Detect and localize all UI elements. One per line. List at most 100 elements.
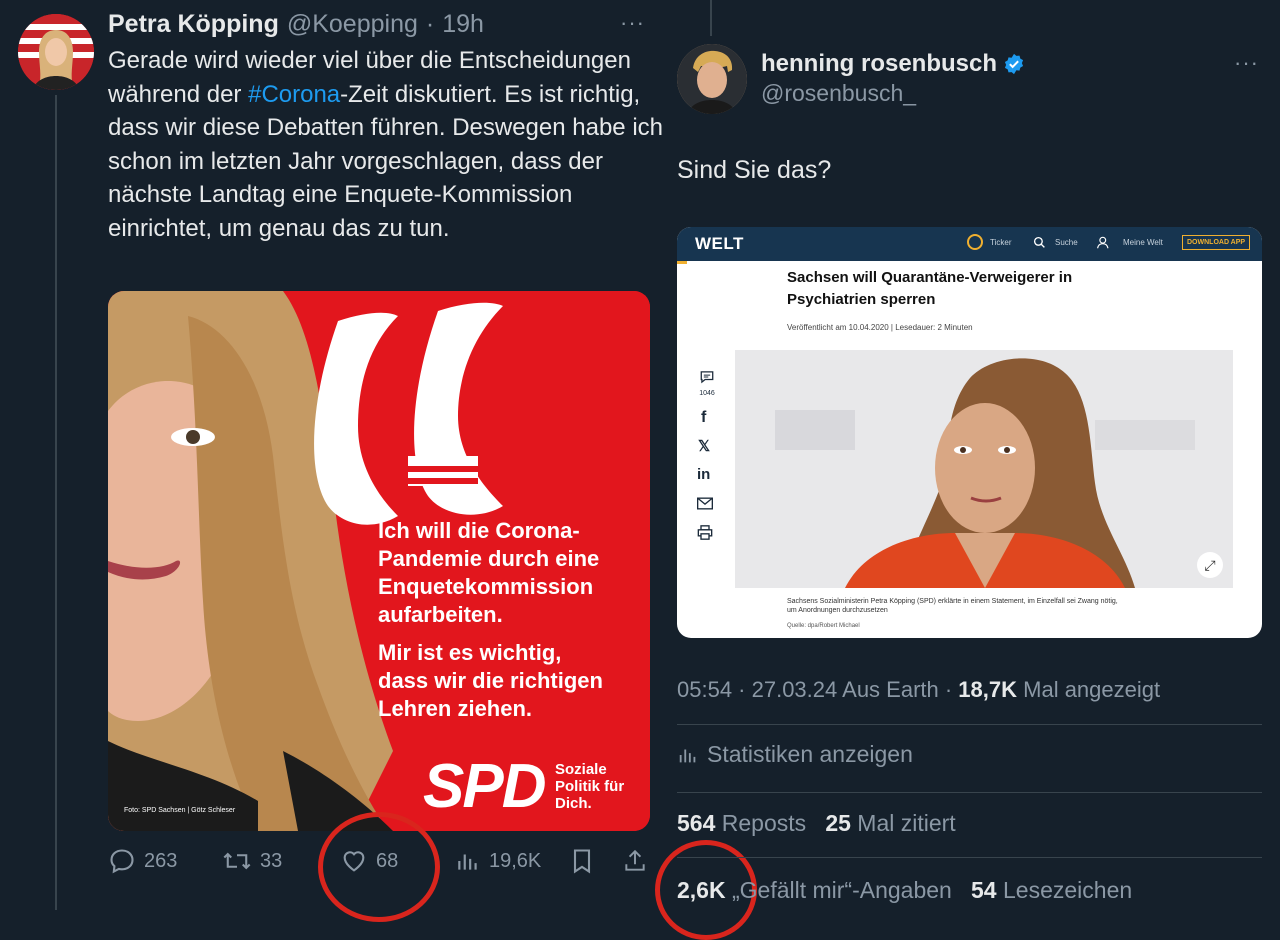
repost-icon: [223, 852, 251, 870]
repost-count: 33: [260, 849, 283, 872]
analytics-icon: [458, 854, 477, 870]
slogan: Soziale Politik für Dich.: [555, 761, 624, 812]
article-published: Veröffentlicht am 10.04.2020 | Lesedauer…: [787, 323, 973, 332]
hashtag-link[interactable]: #Corona: [248, 81, 340, 108]
quote-line: Ich will die Corona-: [378, 518, 580, 543]
article-photo: ⤢: [735, 350, 1233, 588]
divider: [677, 857, 1262, 858]
share-rail: 1046: [697, 370, 717, 397]
article-photo-illustration: [735, 350, 1233, 588]
quote-line: Mir ist es wichtig,: [378, 640, 562, 665]
quote-line: Lehren ziehen.: [378, 696, 533, 721]
bookmark-button[interactable]: [570, 847, 594, 875]
reposts-count: 564: [677, 810, 716, 836]
spd-logo: SPD: [423, 752, 546, 821]
highlight-circle: [318, 812, 440, 922]
user-icon: [1097, 236, 1109, 249]
repost-button[interactable]: 33: [222, 847, 282, 875]
author-handle[interactable]: @Koepping: [287, 10, 418, 39]
caption-line: um Anordnungen durchzusetzen: [787, 607, 888, 614]
statistics-link[interactable]: Statistiken anzeigen: [677, 741, 913, 768]
x-icon: 𝕏: [698, 438, 711, 455]
reposts-link[interactable]: 564 Reposts: [677, 810, 806, 836]
views-button[interactable]: 19,6K: [455, 847, 541, 875]
view-count: 18,7K: [958, 677, 1018, 702]
tweet-image[interactable]: Ich will die Corona- Pandemie durch eine…: [108, 291, 650, 831]
avatar-photo: [18, 14, 94, 90]
share-icon: [625, 849, 645, 871]
ticker-icon: [967, 234, 983, 250]
author-name[interactable]: henning rosenbusch: [761, 50, 997, 78]
bookmarks-link[interactable]: 54 Lesezeichen: [971, 877, 1132, 903]
nav-search: Suche: [1055, 238, 1078, 247]
engagement-row: 564 Reposts 25 Mal zitiert: [677, 810, 956, 837]
verified-badge-icon: [1004, 53, 1024, 75]
welt-header: WELT Ticker Suche Meine Welt DOWNLOAD AP…: [677, 227, 1262, 261]
more-options-button[interactable]: ···: [620, 10, 645, 36]
linkedin-icon: in: [697, 466, 711, 483]
headline-line: Psychiatrien sperren: [787, 291, 936, 308]
download-app-button: DOWNLOAD APP: [1182, 235, 1251, 250]
divider: [677, 792, 1262, 793]
caption-line: Sachsens Sozialministerin Petra Köpping …: [787, 598, 1118, 605]
headline-line: Sachsen will Quarantäne-Verweigerer in: [787, 269, 1073, 286]
author-name[interactable]: Petra Köpping: [108, 10, 279, 39]
quotes-label: Mal zitiert: [857, 810, 956, 836]
print-icon: [697, 525, 713, 540]
thread-line: [55, 95, 57, 910]
photo-source: Quelle: dpa/Robert Michael: [787, 623, 860, 629]
likes-count: 2,6K: [677, 877, 726, 903]
slogan-line: Politik für: [555, 778, 625, 795]
more-options-button[interactable]: ···: [1234, 50, 1259, 76]
quote-line: Pandemie durch eine: [378, 546, 600, 571]
tweet-meta: 05:54 · 27.03.24 Aus Earth · 18,7K Mal a…: [677, 677, 1160, 703]
bookmarks-label: Lesezeichen: [1003, 877, 1133, 903]
photo-credit: Foto: SPD Sachsen | Götz Schleser: [124, 807, 236, 814]
nav-ticker: Ticker: [990, 238, 1012, 247]
slogan-line: Dich.: [555, 795, 592, 812]
quotes-count: 25: [825, 810, 851, 836]
analytics-icon: [679, 749, 696, 762]
quotes-link[interactable]: 25 Mal zitiert: [825, 810, 955, 836]
reply-count: 263: [144, 849, 178, 872]
tweet-text: Sind Sie das?: [677, 156, 832, 184]
engagement-row: 2,6K „Gefällt mir“-Angaben 54 Lesezeiche…: [677, 877, 1132, 904]
avatar[interactable]: [677, 44, 747, 114]
separator-dot: ·: [425, 10, 435, 38]
tweet-time[interactable]: 19h: [442, 10, 484, 39]
facebook-icon: f: [701, 409, 707, 426]
article-screenshot[interactable]: WELT Ticker Suche Meine Welt DOWNLOAD AP…: [677, 227, 1262, 638]
share-button[interactable]: [622, 847, 648, 875]
photo-caption: Sachsens Sozialministerin Petra Köpping …: [787, 597, 1118, 615]
likes-link[interactable]: 2,6K „Gefällt mir“-Angaben: [677, 877, 952, 903]
bookmark-icon: [573, 849, 591, 874]
comment-count: 1046: [699, 390, 715, 397]
article-headline: Sachsen will Quarantäne-Verweigerer in P…: [787, 267, 1072, 311]
bookmarks-count: 54: [971, 877, 997, 903]
quote-text-block: Ich will die Corona- Pandemie durch eine…: [378, 517, 603, 723]
tweet-text: Gerade wird wieder viel über die Entsche…: [108, 44, 668, 245]
expand-icon: ⤢: [1197, 552, 1223, 578]
mail-icon: [697, 497, 713, 510]
quote-line: aufarbeiten.: [378, 602, 503, 627]
tweet-timestamp[interactable]: 05:54 · 27.03.24 Aus Earth ·: [677, 677, 958, 702]
view-label: Mal angezeigt: [1017, 677, 1161, 702]
avatar-photo: [677, 44, 747, 114]
reposts-label: Reposts: [721, 810, 807, 836]
author-handle[interactable]: @rosenbusch_: [761, 80, 916, 107]
slogan-line: Soziale: [555, 761, 607, 778]
avatar[interactable]: [18, 14, 94, 90]
thread-line: [710, 0, 712, 36]
search-icon: [1033, 236, 1045, 248]
nav-account: Meine Welt: [1123, 238, 1163, 247]
reply-icon: [110, 849, 134, 874]
quote-line: dass wir die richtigen: [378, 668, 603, 693]
statistics-label: Statistiken anzeigen: [707, 741, 913, 767]
quote-line: Enquetekommission: [378, 574, 594, 599]
reply-button[interactable]: 263: [108, 847, 177, 875]
divider: [677, 724, 1262, 725]
accent-bar: [677, 261, 687, 264]
comment-icon: [700, 371, 714, 384]
likes-label: „Gefällt mir“-Angaben: [731, 877, 952, 903]
welt-logo: WELT: [695, 234, 744, 253]
